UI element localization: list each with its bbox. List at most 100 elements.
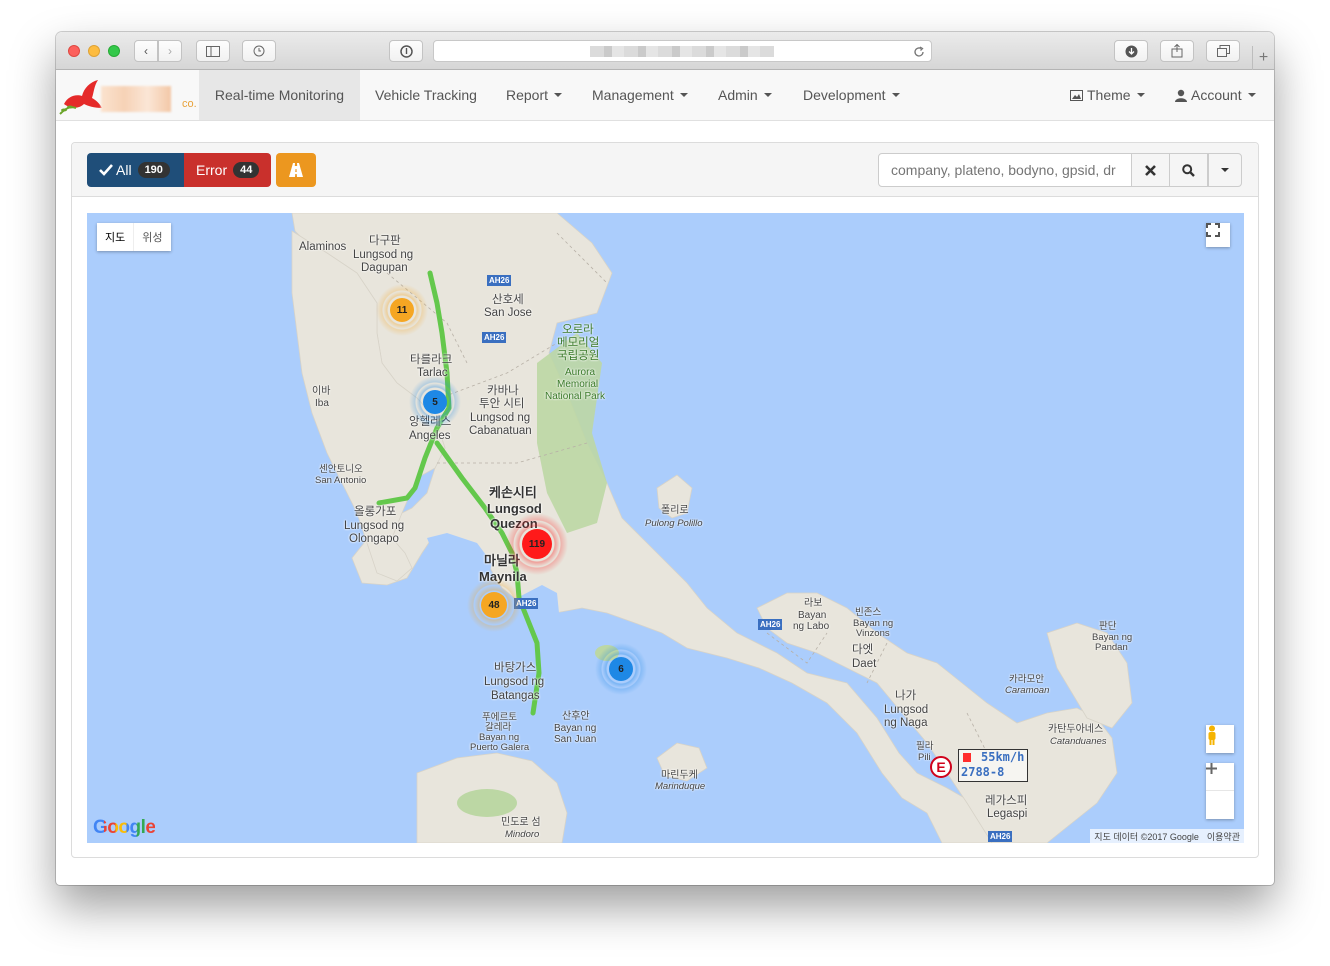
caret-down-icon — [679, 93, 688, 97]
cluster-marker[interactable]: 11 — [375, 283, 429, 337]
nav-vehicle-tracking[interactable]: Vehicle Tracking — [360, 70, 492, 120]
cluster-marker[interactable]: 119 — [505, 512, 569, 576]
fullscreen-icon — [1206, 223, 1220, 237]
minus-icon — [1206, 767, 1217, 770]
street-view-button[interactable] — [1206, 725, 1234, 753]
back-button[interactable]: ‹ — [134, 40, 158, 62]
nav-label: Report — [506, 87, 549, 103]
downloads-button[interactable] — [1114, 40, 1148, 62]
close-icon — [1145, 164, 1156, 176]
nav-theme[interactable]: Theme — [1055, 70, 1160, 120]
nav-account[interactable]: Account — [1160, 70, 1271, 120]
place-label: Catanduanes — [1050, 736, 1107, 747]
filter-error-button[interactable]: Error 44 — [184, 153, 271, 187]
picture-icon — [1070, 89, 1083, 101]
share-button[interactable] — [1160, 40, 1194, 62]
forward-button[interactable]: › — [158, 40, 182, 62]
place-label: San Antonio — [315, 475, 367, 486]
cluster-count: 6 — [609, 657, 633, 681]
place-label: Iba — [315, 398, 329, 409]
fullscreen-button[interactable] — [1206, 223, 1230, 247]
browser-toolbar: ‹ › + — [56, 32, 1274, 70]
place-label: 다구판 — [369, 235, 401, 247]
place-label: 국립공원 — [557, 350, 600, 362]
brand-suffix: co. — [182, 98, 197, 110]
search-options-dropdown[interactable] — [1208, 153, 1242, 187]
place-label: Angeles — [409, 430, 451, 442]
map-attribution: 지도 데이터 ©2017 Google 이용약관 — [1090, 829, 1244, 843]
download-icon — [1125, 45, 1137, 57]
map-type-satellite-button[interactable]: 위성 — [133, 223, 170, 251]
zoom-out-button[interactable] — [1206, 767, 1234, 819]
vehicle-info-label[interactable]: 55km/h 2788-8 — [958, 749, 1028, 782]
terms-link[interactable]: 이용약관 — [1207, 830, 1240, 843]
history-button[interactable] — [242, 40, 276, 62]
search-icon — [1182, 163, 1195, 177]
place-label: Mindoro — [505, 829, 540, 840]
filter-all-button[interactable]: All 190 — [87, 153, 184, 187]
cluster-count: 48 — [481, 592, 507, 618]
place-label: Lungsod ng — [484, 676, 545, 688]
cluster-marker[interactable]: 5 — [408, 375, 462, 429]
place-label: National Park — [545, 391, 606, 402]
place-label: Lungsod ng — [353, 249, 414, 261]
close-window-button[interactable] — [68, 45, 80, 57]
chevron-left-icon: ‹ — [144, 44, 148, 58]
map-type-map-button[interactable]: 지도 — [97, 223, 133, 251]
nav-management[interactable]: Management — [577, 70, 703, 120]
bird-logo-icon — [59, 80, 102, 115]
nav-realtime-monitoring[interactable]: Real-time Monitoring — [199, 70, 360, 120]
caret-down-icon — [554, 93, 563, 97]
google-logo[interactable]: Google — [93, 817, 156, 839]
brand-logo[interactable]: co. — [56, 70, 199, 120]
caret-down-icon — [1221, 168, 1229, 172]
place-label: 메모리얼 — [557, 337, 600, 349]
place-label: Pili — [918, 752, 931, 763]
tabs-button[interactable] — [1206, 40, 1240, 62]
flag-icon — [963, 753, 971, 762]
map-type-control: 지도 위성 — [97, 223, 171, 251]
place-label: 투안 시티 — [479, 398, 525, 410]
place-labels: Alaminos 다구판 Lungsod ng Dagupan 산호세 San … — [87, 213, 1244, 843]
road-icon — [289, 163, 303, 177]
all-count-badge: 190 — [137, 162, 170, 178]
highway-shield: AH26 — [988, 831, 1013, 842]
place-label: ng Naga — [884, 717, 928, 729]
place-label: 다엣 — [852, 644, 874, 656]
highway-shield: AH26 — [482, 332, 507, 343]
cluster-count: 11 — [390, 298, 414, 322]
brand-name-blurred — [101, 86, 171, 112]
vehicle-map[interactable]: Alaminos 다구판 Lungsod ng Dagupan 산호세 San … — [87, 213, 1244, 843]
new-tab-button[interactable]: + — [1252, 46, 1274, 70]
nav-development[interactable]: Development — [788, 70, 915, 120]
panel-toolbar: All 190 Error 44 — [72, 143, 1258, 197]
place-label: Pandan — [1095, 642, 1128, 653]
zoom-window-button[interactable] — [108, 45, 120, 57]
info-icon — [399, 44, 413, 58]
nav-report[interactable]: Report — [491, 70, 577, 120]
road-filter-button[interactable] — [276, 153, 316, 187]
vehicle-error-marker[interactable]: E — [930, 756, 952, 778]
clear-search-button[interactable] — [1131, 153, 1170, 187]
sidebar-button[interactable] — [196, 40, 230, 62]
nav-admin[interactable]: Admin — [703, 70, 787, 120]
place-label: Marinduque — [655, 781, 706, 792]
cluster-count: 119 — [522, 529, 552, 559]
error-count-badge: 44 — [233, 162, 260, 178]
place-label: Alaminos — [299, 241, 347, 253]
check-icon — [99, 164, 113, 176]
nav-label: Vehicle Tracking — [375, 87, 477, 103]
place-label: Lungsod ng — [344, 520, 405, 532]
place-label: Lungsod — [884, 704, 929, 716]
vehicle-search-input[interactable] — [878, 153, 1132, 187]
address-bar[interactable] — [433, 40, 932, 62]
minimize-window-button[interactable] — [88, 45, 100, 57]
place-label: 바탕가스 — [494, 662, 537, 674]
cluster-marker[interactable]: 48 — [466, 577, 522, 633]
reload-icon[interactable] — [913, 46, 925, 58]
chevron-right-icon: › — [168, 44, 172, 58]
caret-down-icon — [891, 93, 900, 97]
site-info-button[interactable] — [389, 40, 423, 62]
cluster-marker[interactable]: 6 — [594, 642, 648, 696]
search-button[interactable] — [1169, 153, 1208, 187]
